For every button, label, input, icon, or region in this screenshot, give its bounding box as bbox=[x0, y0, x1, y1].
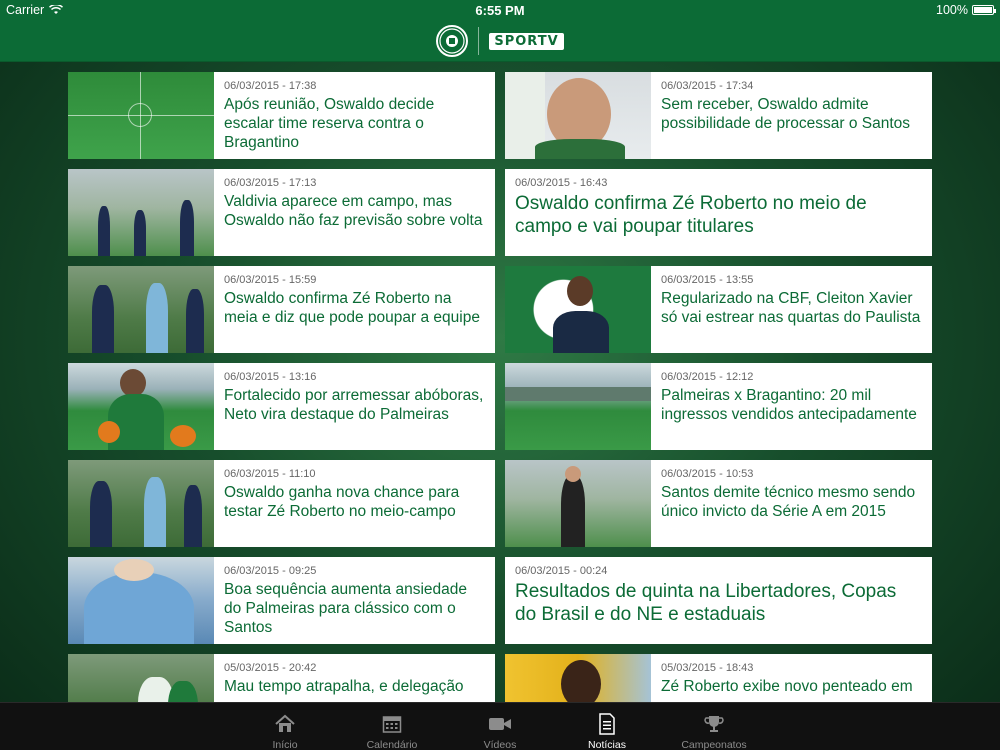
news-headline: Santos demite técnico mesmo sendo único … bbox=[661, 484, 916, 520]
home-icon bbox=[275, 714, 295, 732]
status-bar: Carrier 6:55 PM 100% bbox=[0, 0, 1000, 20]
news-headline: Após reunião, Oswaldo decide escalar tim… bbox=[224, 96, 435, 151]
news-card[interactable]: 06/03/2015 - 13:55 Regularizado na CBF, … bbox=[505, 266, 932, 353]
brand-divider bbox=[478, 27, 480, 55]
palmeiras-crest-logo bbox=[436, 25, 469, 57]
tab-inicio[interactable]: Início bbox=[240, 703, 330, 750]
tab-campeonatos[interactable]: Campeonatos bbox=[669, 703, 759, 750]
news-thumbnail bbox=[505, 266, 651, 353]
news-headline: Resultados de quinta na Libertadores, Co… bbox=[515, 581, 897, 625]
news-headline: Sem receber, Oswaldo admite possibilidad… bbox=[661, 96, 911, 132]
news-date: 05/03/2015 - 20:42 bbox=[224, 662, 317, 674]
news-date: 06/03/2015 - 11:10 bbox=[224, 468, 316, 480]
news-date: 06/03/2015 - 17:34 bbox=[661, 80, 754, 92]
news-card[interactable]: 06/03/2015 - 16:43 Oswaldo confirma Zé R… bbox=[505, 169, 932, 256]
news-thumbnail bbox=[68, 72, 214, 159]
news-card[interactable]: 06/03/2015 - 12:12 Palmeiras x Bragantin… bbox=[505, 363, 932, 450]
news-date: 06/03/2015 - 09:25 bbox=[224, 565, 317, 577]
news-thumbnail bbox=[505, 363, 651, 450]
sportv-logo: SPORTV bbox=[489, 32, 564, 50]
news-date: 06/03/2015 - 10:53 bbox=[661, 468, 754, 480]
news-date: 06/03/2015 - 16:43 bbox=[515, 177, 608, 189]
battery-label: 100% bbox=[936, 3, 968, 17]
news-headline: Valdivia aparece em campo, mas Oswaldo n… bbox=[224, 193, 483, 229]
crest-icon bbox=[439, 28, 465, 54]
tab-videos[interactable]: Vídeos bbox=[455, 703, 545, 750]
news-thumbnail bbox=[68, 363, 214, 450]
news-date: 05/03/2015 - 18:43 bbox=[661, 662, 754, 674]
video-camera-icon bbox=[489, 717, 511, 730]
tab-label: Campeonatos bbox=[681, 739, 747, 750]
status-time: 6:55 PM bbox=[475, 3, 525, 18]
news-document-icon bbox=[599, 712, 615, 735]
news-thumbnail bbox=[68, 460, 214, 547]
news-headline: Regularizado na CBF, Cleiton Xavier só v… bbox=[661, 290, 921, 326]
news-thumbnail bbox=[68, 266, 214, 353]
news-card[interactable]: 06/03/2015 - 13:16 Fortalecido por arrem… bbox=[68, 363, 495, 450]
news-date: 06/03/2015 - 15:59 bbox=[224, 274, 317, 286]
news-headline: Oswaldo ganha nova chance para testar Zé… bbox=[224, 484, 460, 520]
tab-noticias[interactable]: Notícias bbox=[562, 703, 652, 750]
news-thumbnail bbox=[68, 169, 214, 256]
tab-calendario[interactable]: Calendário bbox=[347, 703, 437, 750]
news-card[interactable]: 06/03/2015 - 10:53 Santos demite técnico… bbox=[505, 460, 932, 547]
news-date: 06/03/2015 - 12:12 bbox=[661, 371, 754, 383]
battery-icon bbox=[972, 5, 996, 15]
news-date: 06/03/2015 - 13:16 bbox=[224, 371, 317, 383]
news-thumbnail bbox=[68, 557, 214, 644]
news-thumbnail bbox=[505, 460, 651, 547]
tab-label: Notícias bbox=[588, 739, 626, 750]
news-card[interactable]: 06/03/2015 - 00:24 Resultados de quinta … bbox=[505, 557, 932, 644]
news-thumbnail bbox=[505, 72, 651, 159]
battery-indicator: 100% bbox=[936, 3, 996, 17]
trophy-icon bbox=[704, 715, 724, 732]
tab-bar: Início Calendário Vídeos Notícias Campeo… bbox=[0, 702, 1000, 750]
brand-bar: SPORTV bbox=[0, 24, 1000, 58]
news-grid: 06/03/2015 - 17:38 Após reunião, Oswaldo… bbox=[68, 72, 932, 741]
news-headline: Fortalecido por arremessar abóboras, Net… bbox=[224, 387, 484, 423]
tab-label: Início bbox=[272, 739, 298, 750]
news-headline: Mau tempo atrapalha, e delegação bbox=[224, 678, 464, 695]
news-card[interactable]: 06/03/2015 - 17:38 Após reunião, Oswaldo… bbox=[68, 72, 495, 159]
news-date: 06/03/2015 - 13:55 bbox=[661, 274, 754, 286]
news-card[interactable]: 06/03/2015 - 09:25 Boa sequência aumenta… bbox=[68, 557, 495, 644]
news-date: 06/03/2015 - 00:24 bbox=[515, 565, 608, 577]
tab-label: Vídeos bbox=[483, 739, 517, 750]
news-headline: Boa sequência aumenta ansiedade do Palme… bbox=[224, 581, 468, 636]
news-date: 06/03/2015 - 17:13 bbox=[224, 177, 317, 189]
calendar-icon bbox=[382, 715, 402, 733]
news-card[interactable]: 06/03/2015 - 15:59 Oswaldo confirma Zé R… bbox=[68, 266, 495, 353]
news-card[interactable]: 06/03/2015 - 11:10 Oswaldo ganha nova ch… bbox=[68, 460, 495, 547]
news-card[interactable]: 06/03/2015 - 17:34 Sem receber, Oswaldo … bbox=[505, 72, 932, 159]
news-card[interactable]: 06/03/2015 - 17:13 Valdivia aparece em c… bbox=[68, 169, 495, 256]
app-header: Carrier 6:55 PM 100% SPORTV bbox=[0, 0, 1000, 62]
news-headline: Zé Roberto exibe novo penteado em bbox=[661, 678, 913, 695]
news-headline: Oswaldo confirma Zé Roberto na meia e di… bbox=[224, 290, 480, 326]
news-headline: Palmeiras x Bragantino: 20 mil ingressos… bbox=[661, 387, 917, 423]
news-headline: Oswaldo confirma Zé Roberto no meio de c… bbox=[515, 193, 867, 237]
news-date: 06/03/2015 - 17:38 bbox=[224, 80, 317, 92]
tab-label: Calendário bbox=[366, 739, 418, 750]
